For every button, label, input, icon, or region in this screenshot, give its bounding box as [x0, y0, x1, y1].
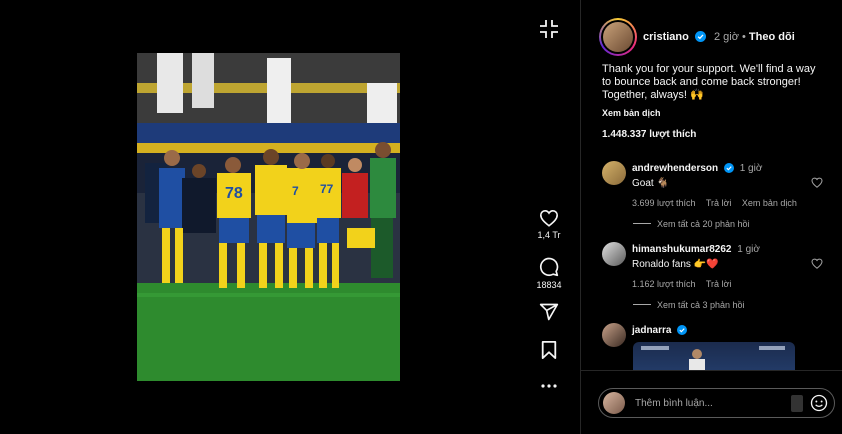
current-user-avatar — [603, 392, 625, 414]
commenter-username[interactable]: himanshukumar8262 — [632, 244, 732, 255]
comment-count: 18834 — [536, 280, 562, 290]
more-options-button[interactable] — [530, 381, 568, 391]
verified-badge-icon — [694, 31, 706, 42]
comment-meta: 3.699 lượt thích Trả lời Xem bản dịch — [632, 198, 812, 208]
verified-badge-icon — [677, 325, 688, 335]
svg-text:7: 7 — [292, 184, 299, 198]
comment-like-count[interactable]: 3.699 lượt thích — [632, 198, 695, 208]
follow-button[interactable]: Theo dõi — [749, 31, 795, 43]
commenter-username[interactable]: andrewhenderson — [632, 163, 718, 174]
post-caption: Thank you for your support. We'll find a… — [602, 63, 816, 101]
like-count: 1,4 Tr — [537, 230, 561, 240]
comment-header: himanshukumar8262 1 giờ — [632, 244, 812, 255]
svg-text:77: 77 — [320, 182, 334, 196]
svg-text:78: 78 — [225, 185, 243, 202]
likes-count[interactable]: 1.448.337 lượt thích — [602, 129, 696, 140]
comment-input[interactable] — [635, 395, 785, 411]
commenter-avatar[interactable] — [602, 323, 626, 347]
bookmark-icon — [541, 341, 557, 359]
post-header: cristiano 2 giờ • Theo dõi — [581, 14, 842, 60]
reply-line — [633, 223, 651, 224]
comment-header: jadnarra — [632, 325, 812, 336]
dot-separator: • — [742, 31, 746, 43]
post-time: 2 giờ — [713, 31, 739, 43]
comment-text: Ronaldo fans 👉❤️ — [632, 259, 719, 270]
heart-icon — [539, 209, 559, 227]
commenter-avatar[interactable] — [602, 161, 626, 185]
team-huddle-image: 78 7 77 — [137, 53, 400, 381]
post-button-placeholder[interactable] — [791, 395, 803, 412]
comment-header: andrewhenderson 1 giờ — [632, 163, 812, 174]
comment-text: Goat 🐐 — [632, 178, 669, 189]
reply-line — [633, 304, 651, 305]
minimize-button[interactable] — [530, 18, 568, 40]
comment-like-heart-icon[interactable] — [811, 258, 823, 269]
like-button[interactable]: 1,4 Tr — [530, 209, 568, 240]
reply-button[interactable]: Trả lời — [706, 279, 732, 289]
ellipsis-icon — [541, 384, 557, 388]
comment-time: 1 giờ — [739, 163, 763, 174]
post-photo[interactable]: 78 7 77 — [137, 53, 400, 381]
share-button[interactable] — [530, 302, 568, 322]
author-username[interactable]: cristiano — [643, 31, 689, 43]
reply-button[interactable]: Trả lời — [706, 198, 732, 208]
see-translation-link[interactable]: Xem bản dịch — [602, 108, 661, 118]
view-replies-link[interactable]: Xem tất cả 3 phản hồi — [633, 300, 745, 310]
verified-badge-icon — [723, 163, 734, 173]
save-button[interactable] — [530, 340, 568, 360]
comment-meta: 1.162 lượt thích Trả lời — [632, 279, 812, 289]
comment-input-box — [598, 388, 835, 418]
post-detail-panel: cristiano 2 giờ • Theo dõi Thank you for… — [580, 0, 842, 434]
post-media-area: 78 7 77 1,4 Tr 18834 — [0, 0, 580, 434]
commenter-username[interactable]: jadnarra — [632, 325, 671, 336]
comment-image-attachment[interactable] — [633, 342, 795, 370]
comment-time: 1 giờ — [737, 244, 760, 255]
comment-like-heart-icon[interactable] — [811, 177, 823, 188]
header-line: cristiano 2 giờ • Theo dõi — [643, 31, 795, 43]
attachment-thumbnail — [641, 346, 785, 370]
comment-bubble-icon — [540, 257, 559, 277]
view-replies-link[interactable]: Xem tất cả 20 phản hồi — [633, 219, 750, 229]
comment-button[interactable]: 18834 — [530, 257, 568, 290]
comment-composer — [581, 370, 842, 434]
minimize-icon — [540, 20, 558, 38]
view-replies-label: Xem tất cả 3 phản hồi — [657, 300, 745, 310]
author-avatar[interactable] — [599, 18, 637, 56]
view-replies-label: Xem tất cả 20 phản hồi — [657, 219, 750, 229]
emoji-icon[interactable] — [810, 394, 828, 412]
commenter-avatar[interactable] — [602, 242, 626, 266]
paper-plane-icon — [539, 303, 559, 321]
translate-link[interactable]: Xem bản dịch — [742, 198, 797, 208]
comment-like-count[interactable]: 1.162 lượt thích — [632, 279, 695, 289]
